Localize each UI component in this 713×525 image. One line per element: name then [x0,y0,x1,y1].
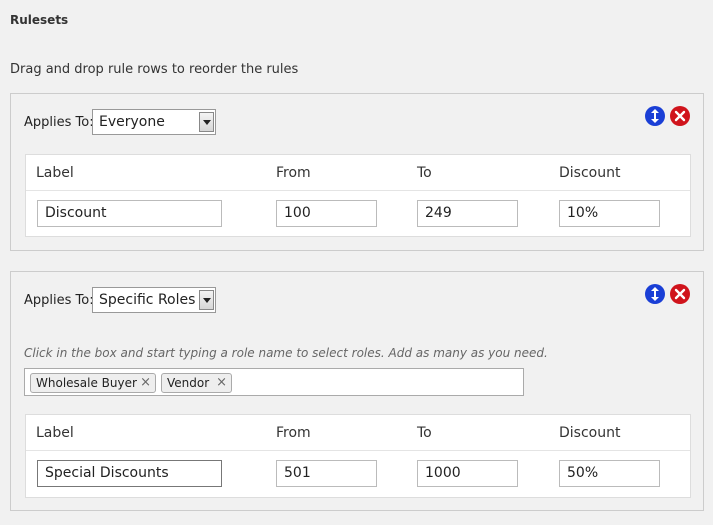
delete-icon[interactable] [670,106,690,126]
ruleset-2: Applies To: Specific Roles Click in the … [10,271,704,511]
label-input[interactable]: Discount [37,200,222,227]
applies-to-select[interactable]: Everyone [92,109,216,135]
applies-to-label: Applies To: [24,293,94,308]
role-tag-label: Vendor [167,376,210,390]
table-header: Label From To Discount [26,415,690,451]
column-label: Label [36,425,74,441]
column-from: From [276,425,311,441]
delete-icon[interactable] [670,284,690,304]
role-tag: Vendor × [161,373,232,393]
applies-to-label: Applies To: [24,115,94,130]
column-to: To [417,425,432,441]
rule-table: Label From To Discount Special Discounts… [25,414,691,498]
move-icon[interactable] [645,106,665,126]
applies-to-value: Specific Roles [99,292,196,308]
roles-hint: Click in the box and start typing a role… [24,346,548,360]
label-input[interactable]: Special Discounts [37,460,222,487]
roles-input[interactable]: Wholesale Buyer × Vendor × [24,368,524,396]
to-input[interactable]: 1000 [417,460,518,487]
discount-input[interactable]: 50% [559,460,660,487]
dropdown-arrow-icon[interactable] [199,112,214,132]
page-title: Rulesets [10,13,69,27]
to-input[interactable]: 249 [417,200,518,227]
column-to: To [417,165,432,181]
rule-table: Label From To Discount Discount 100 249 … [25,154,691,237]
role-tag: Wholesale Buyer × [30,373,156,393]
remove-tag-icon[interactable]: × [216,375,227,390]
remove-tag-icon[interactable]: × [140,375,151,390]
dropdown-arrow-icon[interactable] [199,290,214,310]
from-input[interactable]: 100 [276,200,377,227]
from-input[interactable]: 501 [276,460,377,487]
applies-to-select[interactable]: Specific Roles [92,287,216,313]
ruleset-1: Applies To: Everyone Label From To Disco… [10,93,704,251]
column-discount: Discount [559,165,621,181]
applies-to-value: Everyone [99,114,165,130]
role-tag-label: Wholesale Buyer [36,376,137,390]
column-discount: Discount [559,425,621,441]
page-description: Drag and drop rule rows to reorder the r… [10,62,299,77]
table-header: Label From To Discount [26,155,690,191]
discount-input[interactable]: 10% [559,200,660,227]
column-from: From [276,165,311,181]
move-icon[interactable] [645,284,665,304]
column-label: Label [36,165,74,181]
